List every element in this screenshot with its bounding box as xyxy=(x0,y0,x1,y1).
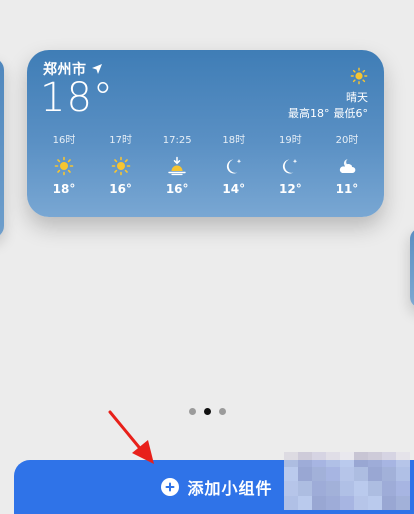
mosaic-cell xyxy=(396,466,410,481)
page-dot[interactable] xyxy=(188,408,196,415)
current-temperature: 18° xyxy=(40,75,114,121)
page-dot[interactable] xyxy=(218,408,226,415)
hour-temperature: 16° xyxy=(165,182,189,196)
hour-time: 16时 xyxy=(52,135,76,146)
hour-temperature: 11° xyxy=(335,182,359,196)
mosaic-cell xyxy=(312,466,326,481)
mosaic-cell xyxy=(354,481,368,496)
mosaic-cell xyxy=(326,481,340,496)
mosaic-cell xyxy=(298,452,312,467)
mosaic-cell xyxy=(382,452,396,467)
moon-star-icon xyxy=(283,159,298,174)
mosaic-cell xyxy=(298,481,312,496)
mosaic-cell xyxy=(298,466,312,481)
mosaic-cell xyxy=(340,495,354,510)
sunset-icon xyxy=(168,156,186,176)
mosaic-cell xyxy=(326,466,340,481)
plus-circle-icon xyxy=(161,478,180,496)
hour-temperature: 16° xyxy=(109,182,132,196)
hour-time: 18时 xyxy=(222,135,246,146)
add-widget-label: 添加小组件 xyxy=(187,479,273,498)
mosaic-cell xyxy=(284,481,298,496)
hour-time: 19时 xyxy=(279,135,302,146)
mosaic-cell xyxy=(382,481,396,496)
weather-condition: 晴天 xyxy=(346,91,368,104)
mosaic-cell xyxy=(312,481,326,496)
mosaic-watermark xyxy=(284,452,410,510)
mosaic-cell xyxy=(382,466,396,481)
mosaic-cell xyxy=(340,481,354,496)
low-temperature: 最低6° xyxy=(333,107,369,120)
page-indicator[interactable] xyxy=(0,408,414,415)
mosaic-cell xyxy=(312,452,326,467)
page-dot-active[interactable] xyxy=(203,408,211,415)
mosaic-cell xyxy=(326,495,340,510)
mosaic-cell xyxy=(368,466,382,481)
mosaic-cell xyxy=(382,495,396,510)
hourly-item: 17:25 16° xyxy=(153,134,201,196)
mosaic-cell xyxy=(312,495,326,510)
mosaic-cell xyxy=(368,481,382,496)
moon-star-icon xyxy=(226,159,241,174)
sun-icon xyxy=(54,156,74,176)
cloudy-night-icon xyxy=(339,159,356,173)
sun-icon xyxy=(111,156,130,176)
hourly-item: 17时 16° xyxy=(97,134,145,196)
mosaic-cell xyxy=(284,495,298,510)
hourly-item: 20时 11° xyxy=(323,134,371,196)
mosaic-cell xyxy=(354,452,368,467)
mosaic-cell xyxy=(298,495,312,510)
hour-temperature: 12° xyxy=(279,182,302,196)
previous-widget-card[interactable] xyxy=(0,58,4,238)
mosaic-cell xyxy=(368,452,382,467)
mosaic-cell xyxy=(284,452,298,467)
hourly-forecast: 16时 18° 17时 16° 17:25 16° 18时 14° 19时 12… xyxy=(40,134,371,196)
next-widget-card[interactable] xyxy=(410,228,414,308)
high-temperature: 最高18° xyxy=(288,107,330,120)
mosaic-cell xyxy=(396,481,410,496)
mosaic-cell xyxy=(368,495,382,510)
hourly-item: 19时 12° xyxy=(266,134,314,196)
mosaic-cell xyxy=(396,495,410,510)
hour-time: 20时 xyxy=(335,135,359,146)
hourly-item: 18时 14° xyxy=(210,134,258,196)
hour-time: 17:25 xyxy=(162,135,192,146)
weather-widget[interactable]: 郑州市 18° 晴天 最高18° 最低6° 16时 18° 17时 16° 17… xyxy=(27,50,384,217)
mosaic-cell xyxy=(340,466,354,481)
hour-time: 17时 xyxy=(109,135,132,146)
hourly-item: 16时 18° xyxy=(40,134,88,196)
mosaic-cell xyxy=(326,452,340,467)
hour-temperature: 14° xyxy=(222,182,246,196)
mosaic-cell xyxy=(284,466,298,481)
mosaic-cell xyxy=(354,466,368,481)
sun-icon xyxy=(350,67,368,85)
mosaic-cell xyxy=(354,495,368,510)
mosaic-cell xyxy=(340,452,354,467)
mosaic-cell xyxy=(396,452,410,467)
hour-temperature: 18° xyxy=(52,182,76,196)
high-low-temperature: 最高18° 最低6° xyxy=(288,105,368,121)
